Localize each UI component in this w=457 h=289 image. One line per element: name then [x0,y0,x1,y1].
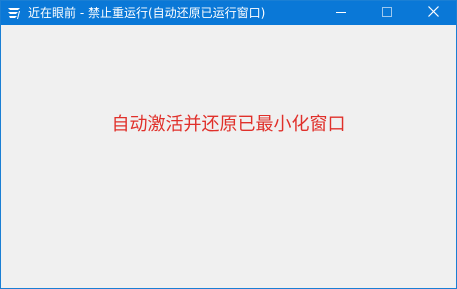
minimize-icon [336,6,346,20]
maximize-icon [382,6,392,20]
title-bar[interactable]: 近在眼前 - 禁止重运行(自动还原已运行窗口) [1,1,456,25]
client-area [1,25,456,288]
window-title: 近在眼前 - 禁止重运行(自动还原已运行窗口) [28,6,266,20]
close-button[interactable] [410,1,456,25]
close-icon [427,6,439,20]
minimize-button[interactable] [318,1,364,25]
app-logo-icon [6,5,22,21]
status-message: 自动激活并还原已最小化窗口 [111,114,346,135]
maximize-button[interactable] [364,1,410,25]
window-controls [318,1,456,25]
app-window: 近在眼前 - 禁止重运行(自动还原已运行窗口) [0,0,457,289]
